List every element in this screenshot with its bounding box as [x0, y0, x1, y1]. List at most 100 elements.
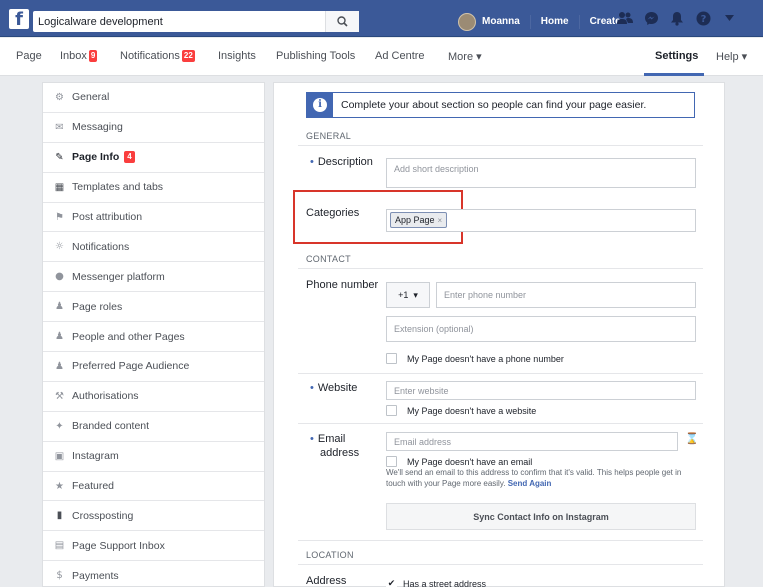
- no-email-checkbox-row[interactable]: My Page doesn't have an email: [386, 456, 532, 467]
- category-chip[interactable]: App Page ×: [390, 212, 448, 228]
- sidebar-item-label: Post attribution: [72, 211, 143, 223]
- divider: [298, 373, 703, 374]
- website-label: • Website: [310, 382, 358, 394]
- nav-publishing-tools-label: Publishing Tools: [276, 50, 356, 62]
- nav-help[interactable]: Help ▾: [716, 50, 747, 63]
- sidebar-item-authorisations[interactable]: ⚒ Authorisations: [43, 382, 264, 412]
- inbox-badge: 9: [88, 50, 98, 62]
- no-website-checkbox-row[interactable]: My Page doesn't have a website: [386, 405, 536, 416]
- divider: [298, 268, 703, 269]
- sidebar-item-page-support-inbox[interactable]: ▤ Page Support Inbox: [43, 531, 264, 562]
- svg-text:?: ?: [700, 14, 706, 25]
- email-label-line2: address: [320, 447, 360, 459]
- nav-help-label: Help ▾: [716, 51, 748, 63]
- description-label: • Description: [310, 156, 373, 168]
- sidebar-item-people-and-other-pages[interactable]: ♟ People and other Pages: [43, 322, 264, 353]
- street-address-checkbox[interactable]: ✔: [386, 578, 397, 587]
- sidebar-item-page-roles[interactable]: ♟ Page roles: [43, 292, 264, 323]
- info-icon: i: [307, 93, 333, 117]
- street-address-label: Has a street address: [403, 578, 487, 587]
- handshake-icon: ✦: [55, 420, 64, 432]
- notifications-bell-icon[interactable]: [669, 10, 685, 26]
- help-icon[interactable]: ?: [695, 10, 711, 26]
- divider: [578, 14, 580, 29]
- page-info-badge: 4: [124, 151, 135, 164]
- messenger-icon[interactable]: [643, 10, 659, 26]
- search-input[interactable]: Logicalware development: [33, 16, 325, 28]
- video-icon: ▮: [56, 510, 63, 522]
- wrench-icon: ⚒: [55, 390, 64, 402]
- nav-more-label: More ▾: [448, 51, 482, 63]
- sidebar-item-messenger-platform[interactable]: ● Messenger platform: [43, 262, 264, 293]
- globe-icon: ☼: [55, 241, 64, 253]
- sidebar-item-label: Page Info: [72, 151, 120, 164]
- no-phone-checkbox[interactable]: [386, 353, 397, 364]
- remove-chip-icon[interactable]: ×: [438, 216, 443, 225]
- sidebar-item-label: Notifications: [72, 240, 130, 253]
- search-button[interactable]: [325, 11, 359, 32]
- email-help-text: We'll send an email to this address to c…: [386, 467, 696, 489]
- sidebar-item-general[interactable]: ⚙ General: [43, 83, 264, 113]
- sidebar-item-label: Templates and tabs: [72, 181, 164, 194]
- country-code-select[interactable]: +1 ▾: [386, 282, 430, 308]
- chevron-down-icon: ▾: [413, 289, 418, 300]
- extension-input[interactable]: Extension (optional): [386, 316, 696, 342]
- nav-insights[interactable]: Insights: [218, 50, 256, 62]
- no-website-checkbox[interactable]: [386, 405, 397, 416]
- pencil-icon: ✎: [55, 151, 64, 163]
- facebook-logo-icon[interactable]: f: [9, 9, 29, 29]
- sidebar-item-messaging[interactable]: ✉ Messaging: [43, 113, 264, 143]
- sidebar-item-preferred-page-audience[interactable]: ♟ Preferred Page Audience: [43, 352, 264, 382]
- sidebar-item-page-info[interactable]: ✎ Page Info 4: [43, 143, 264, 173]
- address-label: Address: [306, 575, 347, 587]
- search-box[interactable]: Logicalware development: [33, 11, 359, 32]
- info-banner: i Complete your about section so people …: [306, 92, 695, 118]
- notifications-badge: 22: [181, 50, 195, 62]
- sync-contact-info-button[interactable]: Sync Contact Info on Instagram: [386, 503, 696, 530]
- divider: [298, 540, 703, 541]
- sidebar-item-post-attribution[interactable]: ⚑ Post attribution: [43, 203, 264, 233]
- sidebar-item-instagram[interactable]: ▣ Instagram: [43, 442, 264, 472]
- home-link[interactable]: Home: [541, 16, 569, 27]
- sidebar-item-payments[interactable]: $ Payments: [43, 561, 264, 587]
- sidebar-item-featured[interactable]: ★ Featured: [43, 472, 264, 502]
- friend-requests-icon[interactable]: [617, 10, 633, 26]
- star-icon: ★: [55, 480, 64, 492]
- divider: [529, 14, 531, 29]
- no-email-checkbox[interactable]: [386, 456, 397, 467]
- divider: [298, 423, 703, 424]
- sidebar-item-branded-content[interactable]: ✦ Branded content: [43, 412, 264, 442]
- sidebar-item-templates-and-tabs[interactable]: ▦ Templates and tabs: [43, 173, 264, 203]
- audience-icon: ♟: [55, 360, 64, 372]
- sidebar-item-label: Crossposting: [72, 509, 134, 522]
- email-input[interactable]: Email address: [386, 432, 678, 451]
- nav-inbox[interactable]: Inbox 9: [60, 50, 98, 62]
- nav-settings[interactable]: Settings: [655, 50, 698, 62]
- profile-link[interactable]: Moanna: [482, 16, 520, 27]
- sidebar-item-notifications[interactable]: ☼ Notifications: [43, 232, 264, 263]
- divider: [298, 145, 703, 146]
- nav-notifications[interactable]: Notifications 22: [120, 50, 195, 62]
- nav-page[interactable]: Page: [16, 50, 42, 62]
- phone-number-input[interactable]: Enter phone number: [436, 282, 696, 308]
- nav-more[interactable]: More ▾: [448, 50, 482, 63]
- description-input[interactable]: Add short description: [386, 158, 696, 188]
- messenger-icon: ●: [55, 271, 64, 283]
- sidebar-item-label: Page roles: [72, 300, 123, 313]
- sidebar-item-label: Authorisations: [72, 390, 139, 403]
- nav-publishing-tools[interactable]: Publishing Tools: [276, 50, 355, 62]
- no-phone-checkbox-row[interactable]: My Page doesn't have a phone number: [386, 353, 564, 364]
- nav-ad-centre-label: Ad Centre: [375, 50, 425, 62]
- nav-notifications-label: Notifications: [120, 50, 180, 62]
- settings-sidebar: ⚙ General ✉ Messaging ✎ Page Info 4 ▦ Templat…: [42, 82, 265, 587]
- account-menu-chevron-icon[interactable]: [721, 10, 737, 26]
- avatar[interactable]: [458, 12, 476, 31]
- person-icon: ♟: [55, 301, 64, 313]
- website-input[interactable]: Enter website: [386, 381, 696, 400]
- email-label: • Email: [310, 433, 346, 445]
- nav-ad-centre[interactable]: Ad Centre: [375, 50, 425, 62]
- street-address-checkbox-row[interactable]: ✔ Has a street address: [386, 578, 486, 587]
- country-code-value: +1: [398, 290, 409, 300]
- send-again-link[interactable]: Send Again: [508, 479, 552, 488]
- sidebar-item-crossposting[interactable]: ▮ Crossposting: [43, 501, 264, 532]
